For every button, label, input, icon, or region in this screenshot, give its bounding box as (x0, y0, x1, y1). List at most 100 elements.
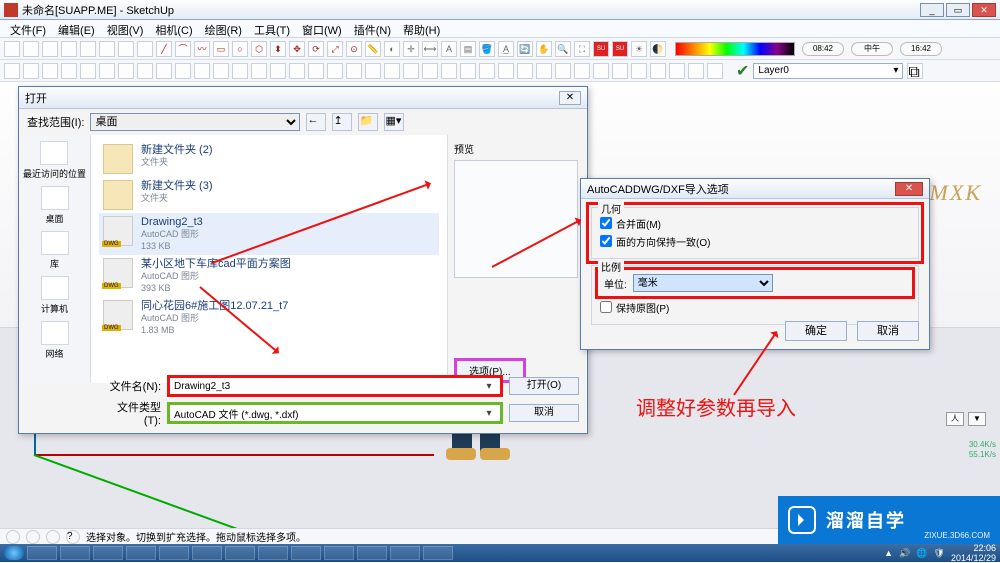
tb2-l17[interactable] (346, 63, 362, 79)
tb2-l1[interactable] (42, 63, 58, 79)
file-item[interactable]: 某小区地下车库cad平面方案图AutoCAD 图形393 KB (99, 255, 439, 297)
tb-cut[interactable] (61, 41, 77, 57)
task-app[interactable] (390, 546, 420, 560)
month-spectrum[interactable] (675, 42, 795, 56)
tb-extents[interactable]: ⛶ (574, 41, 590, 57)
tb2-l34[interactable] (669, 63, 685, 79)
sb-help-icon[interactable]: ? (66, 530, 80, 544)
time-noon[interactable]: 中午 (851, 42, 893, 56)
tb2-l35[interactable] (688, 63, 704, 79)
tb-dims[interactable]: ⟷ (422, 41, 438, 57)
layer-selector[interactable]: Layer0▾ (753, 63, 903, 79)
tb-undo[interactable] (118, 41, 134, 57)
import-cancel-button[interactable]: 取消 (857, 321, 919, 341)
tb2-l15[interactable] (308, 63, 324, 79)
import-ok-button[interactable]: 确定 (785, 321, 847, 341)
tray-icon[interactable]: 🔊 (899, 548, 910, 559)
nav-viewmode-icon[interactable]: ▦▾ (384, 113, 404, 131)
tb-suapp2[interactable]: SU (612, 41, 628, 57)
start-button[interactable] (4, 546, 24, 560)
tb2-l2[interactable] (61, 63, 77, 79)
tb2-l9[interactable] (194, 63, 210, 79)
place-network[interactable]: 网络 (41, 321, 69, 360)
tb-shadow[interactable]: ☀ (631, 41, 647, 57)
tb2-l33[interactable] (650, 63, 666, 79)
task-app[interactable] (324, 546, 354, 560)
task-app[interactable] (225, 546, 255, 560)
tb-shadow2[interactable]: 🌓 (650, 41, 666, 57)
filename-combo[interactable]: Drawing2_t3▾ (169, 377, 501, 395)
tb2-l29[interactable] (574, 63, 590, 79)
tb2-l27[interactable] (536, 63, 552, 79)
tb-rect[interactable]: ▭ (213, 41, 229, 57)
tb-orbit[interactable]: 🔄 (517, 41, 533, 57)
time-evening[interactable]: 16:42 (900, 42, 942, 56)
tb2-eraser[interactable] (23, 63, 39, 79)
tb2-l3[interactable] (80, 63, 96, 79)
lookin-select[interactable]: 桌面 (90, 113, 300, 131)
unit-select[interactable]: 毫米 (633, 274, 773, 292)
tb2-l24[interactable] (479, 63, 495, 79)
menu-view[interactable]: 视图(V) (101, 20, 150, 37)
nav-back-icon[interactable]: ← (306, 113, 326, 131)
tb2-l32[interactable] (631, 63, 647, 79)
tb2-l20[interactable] (403, 63, 419, 79)
close-button[interactable]: ✕ (972, 3, 996, 17)
menu-tools[interactable]: 工具(T) (248, 20, 296, 37)
layer-visible-icon[interactable]: ✔ (736, 61, 749, 81)
tb-zoom[interactable]: 🔍 (555, 41, 571, 57)
menu-file[interactable]: 文件(F) (4, 20, 52, 37)
file-item[interactable]: 新建文件夹 (2)文件夹 (99, 141, 439, 177)
tb-polygon[interactable]: ⬡ (251, 41, 267, 57)
import-dialog-close[interactable]: ✕ (895, 182, 923, 196)
file-item[interactable]: 同心花园6#施工图12.07.21_t7AutoCAD 图形1.83 MB (99, 297, 439, 339)
tb-axes[interactable]: ✛ (403, 41, 419, 57)
task-app[interactable] (126, 546, 156, 560)
task-app[interactable] (60, 546, 90, 560)
nav-dropdown-icon[interactable]: ▼ (968, 412, 986, 426)
tb-move[interactable]: ✥ (289, 41, 305, 57)
tb2-l25[interactable] (498, 63, 514, 79)
task-app[interactable] (423, 546, 453, 560)
task-app[interactable] (291, 546, 321, 560)
maximize-button[interactable]: ▭ (946, 3, 970, 17)
file-item[interactable]: 新建文件夹 (3)文件夹 (99, 177, 439, 213)
nav-up-icon[interactable]: ↥ (332, 113, 352, 131)
time-morning[interactable]: 08:42 (802, 42, 844, 56)
tb-open[interactable] (23, 41, 39, 57)
tb-tape[interactable]: 📏 (365, 41, 381, 57)
menu-camera[interactable]: 相机(C) (149, 20, 198, 37)
open-dialog-close[interactable]: ✕ (559, 91, 581, 105)
tb2-l18[interactable] (365, 63, 381, 79)
orient-faces-checkbox[interactable]: 面的方向保持一致(O) (600, 232, 910, 250)
tray-time[interactable]: 22:06 (951, 543, 996, 553)
sb-geo-icon[interactable] (26, 530, 40, 544)
tb-copy[interactable] (80, 41, 96, 57)
place-desktop[interactable]: 桌面 (41, 186, 69, 225)
tb2-l5[interactable] (118, 63, 134, 79)
place-library[interactable]: 库 (41, 231, 69, 270)
tb-rotate[interactable]: ⟳ (308, 41, 324, 57)
tray-icon[interactable]: 🛡 (934, 548, 945, 559)
task-app[interactable] (192, 546, 222, 560)
minimize-button[interactable]: _ (920, 3, 944, 17)
menu-help[interactable]: 帮助(H) (397, 20, 446, 37)
nav-person-icon[interactable]: 人 (946, 412, 964, 426)
tb2-l21[interactable] (422, 63, 438, 79)
tb-3dtext[interactable]: A̲ (498, 41, 514, 57)
merge-faces-checkbox[interactable]: 合并面(M) (600, 214, 910, 232)
tb-suapp1[interactable]: SU (593, 41, 609, 57)
tb-freehand[interactable]: 〰 (194, 41, 210, 57)
tb2-l12[interactable] (251, 63, 267, 79)
tb2-l28[interactable] (555, 63, 571, 79)
tb2-l11[interactable] (232, 63, 248, 79)
tb-section[interactable]: ▤ (460, 41, 476, 57)
task-app[interactable] (357, 546, 387, 560)
tray-icon[interactable]: ▲ (884, 548, 893, 558)
tb-pushpull[interactable]: ⬍ (270, 41, 286, 57)
tb2-l8[interactable] (175, 63, 191, 79)
tb2-l22[interactable] (441, 63, 457, 79)
tray-icon[interactable]: 🌐 (916, 548, 927, 559)
open-button[interactable]: 打开(O) (509, 377, 579, 395)
menu-plugins[interactable]: 插件(N) (348, 20, 397, 37)
